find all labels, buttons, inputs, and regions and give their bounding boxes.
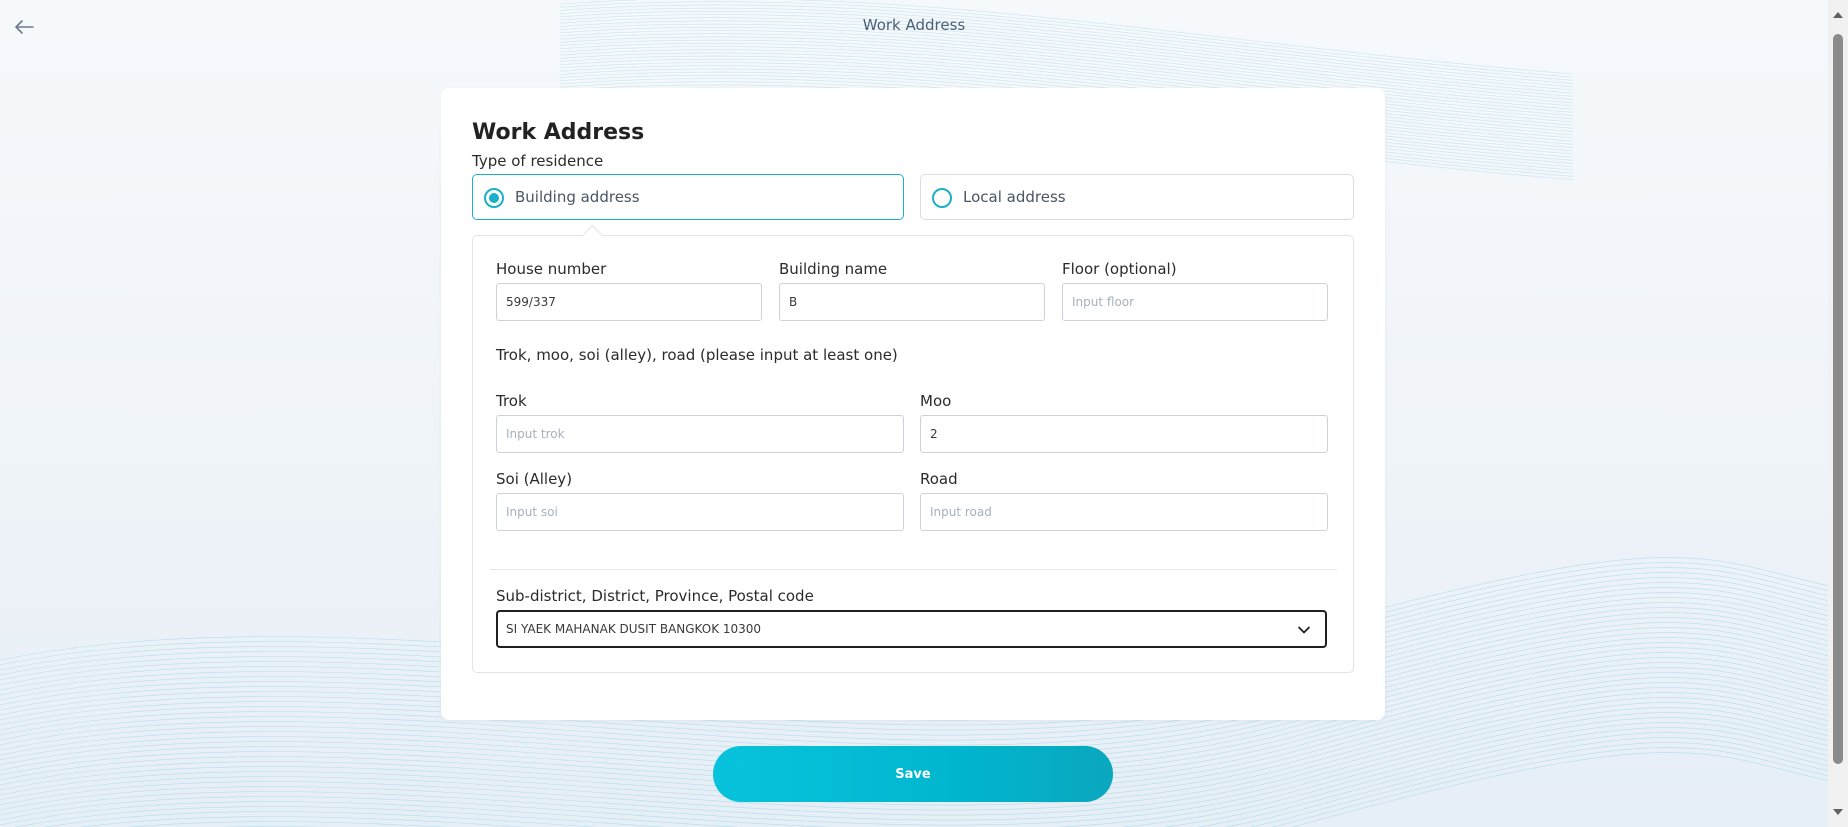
floor-label: Floor (optional)	[1062, 260, 1177, 278]
scroll-down-icon[interactable]	[1832, 806, 1844, 818]
soi-input[interactable]	[496, 493, 904, 531]
moo-input[interactable]	[920, 415, 1328, 453]
divider	[490, 569, 1337, 570]
radio-local-address[interactable]: Local address	[920, 174, 1354, 220]
floor-input[interactable]	[1062, 283, 1328, 321]
chevron-down-icon	[1298, 626, 1310, 634]
location-select-value: SI YAEK MAHANAK DUSIT BANGKOK 10300	[506, 622, 762, 636]
building-name-label: Building name	[779, 260, 888, 278]
radio-selected-icon	[484, 188, 504, 208]
top-bar: Work Address	[0, 0, 1828, 54]
residence-type-label: Type of residence	[472, 152, 604, 170]
scroll-up-icon[interactable]	[1832, 9, 1844, 21]
moo-label: Moo	[920, 392, 952, 410]
trok-label: Trok	[496, 392, 527, 410]
radio-unselected-icon	[932, 188, 952, 208]
house-number-input[interactable]	[496, 283, 762, 321]
address-hint: Trok, moo, soi (alley), road (please inp…	[496, 346, 898, 364]
building-name-input[interactable]	[779, 283, 1045, 321]
trok-input[interactable]	[496, 415, 904, 453]
scroll-thumb[interactable]	[1833, 34, 1843, 764]
radio-label: Local address	[963, 188, 1066, 206]
scrollbar[interactable]	[1828, 0, 1848, 827]
address-form-card: Work Address Type of residence Building …	[441, 88, 1385, 720]
soi-label: Soi (Alley)	[496, 470, 573, 488]
building-address-panel: House number Building name Floor (option…	[472, 224, 1354, 673]
road-input[interactable]	[920, 493, 1328, 531]
house-number-label: House number	[496, 260, 607, 278]
form-title: Work Address	[472, 120, 645, 145]
save-button[interactable]: Save	[713, 746, 1113, 802]
road-label: Road	[920, 470, 958, 488]
panel-notch	[581, 224, 604, 247]
location-label: Sub-district, District, Province, Postal…	[496, 587, 814, 605]
radio-building-address[interactable]: Building address	[472, 174, 904, 220]
radio-label: Building address	[515, 188, 640, 206]
page-title: Work Address	[862, 16, 966, 34]
location-select[interactable]: SI YAEK MAHANAK DUSIT BANGKOK 10300	[496, 610, 1327, 648]
